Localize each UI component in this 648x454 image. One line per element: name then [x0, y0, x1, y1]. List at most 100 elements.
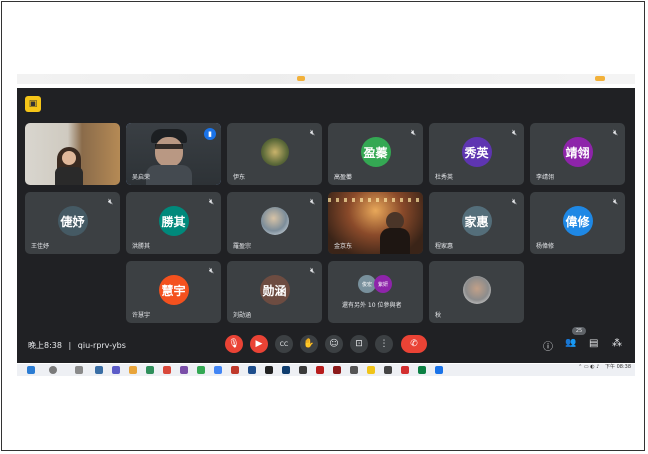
participant-name: 秋: [435, 312, 442, 319]
mic-off-icon: 🔇︎: [410, 128, 416, 137]
emoji-button[interactable]: ☺: [325, 335, 343, 353]
avatar: 秀英: [461, 137, 492, 167]
app-icon[interactable]: [367, 366, 375, 374]
app-icon[interactable]: [75, 366, 83, 374]
participant-tile[interactable]: 🔇︎ 羅盈宗: [227, 192, 322, 254]
participant-name: 许慧宇: [132, 312, 151, 319]
mic-toggle-button[interactable]: 🎙︎: [225, 335, 243, 353]
system-tray: ⌃ ▭ ◐ ♪ 下午 08:38: [578, 365, 631, 370]
participant-tile[interactable]: 偉修 🔇︎ 杨偉修: [530, 192, 625, 254]
raise-hand-button[interactable]: ✋: [300, 335, 318, 353]
app-icon[interactable]: [129, 366, 137, 374]
participant-tile[interactable]: 秋: [429, 261, 524, 323]
avatar: [462, 276, 491, 304]
participant-tile[interactable]: 家惠 🔇︎ 程家惠: [429, 192, 524, 254]
camera-toggle-button[interactable]: ▶: [250, 335, 268, 353]
control-bar: 晚上8:38 | qiu-rprv-ybs 🎙︎ ▶ CC ✋ ☺ ⊡ ⋮ ✆ …: [17, 327, 635, 358]
people-count-badge: 25: [572, 327, 586, 335]
participant-name: 王佳妤: [31, 243, 50, 250]
others-tile[interactable]: 俊宏 紫妍 還有另外 10 位參與者: [328, 261, 423, 323]
app-icon[interactable]: [231, 366, 239, 374]
raise-hand-icon: ✋: [303, 339, 315, 349]
participant-tile[interactable]: 🔇︎ 伊东: [227, 123, 322, 185]
present-button[interactable]: ⊡: [350, 335, 368, 353]
avatar: 勋涵: [259, 275, 290, 305]
app-icon[interactable]: [214, 366, 222, 374]
avatar: [260, 138, 289, 166]
participant-tile-self[interactable]: [25, 123, 120, 185]
app-icon[interactable]: [248, 366, 256, 374]
participant-name: 李靖翎: [536, 174, 555, 181]
avatar: 家惠: [461, 206, 492, 236]
activities-button[interactable]: ⁂: [612, 338, 622, 349]
app-icon[interactable]: [435, 366, 443, 374]
separator: |: [68, 341, 72, 350]
start-icon[interactable]: [27, 366, 35, 374]
participant-tile[interactable]: 靖翎 🔇︎ 李靖翎: [530, 123, 625, 185]
avatar: 慧宇: [158, 275, 189, 305]
participant-name: 洪勝其: [132, 243, 151, 250]
participant-tile[interactable]: 倢妤 🔇︎ 王佳妤: [25, 192, 120, 254]
app-icon[interactable]: [95, 366, 103, 374]
more-options-button[interactable]: ⋮: [375, 335, 393, 353]
search-icon[interactable]: [49, 366, 57, 374]
app-icon[interactable]: [180, 366, 188, 374]
meeting-details-button[interactable]: ⓘ: [543, 338, 553, 353]
app-icon[interactable]: [401, 366, 409, 374]
participant-tile[interactable]: 勋涵 🔇︎ 刘勋涵: [227, 261, 322, 323]
app-icon[interactable]: [333, 366, 341, 374]
mic-off-icon: 🔇︎: [107, 197, 113, 206]
participant-name: 羅盈宗: [233, 243, 252, 250]
participant-name: 杨偉修: [536, 243, 555, 250]
others-count-label: 還有另外 10 位參與者: [342, 302, 402, 309]
app-icon[interactable]: [265, 366, 273, 374]
participant-tile[interactable]: 秀英 🔇︎ 杜秀英: [429, 123, 524, 185]
camera-off-icon: ▶: [255, 339, 263, 349]
meeting-time: 晚上8:38: [28, 341, 62, 350]
app-icon[interactable]: [418, 366, 426, 374]
participant-tile[interactable]: 盈蓁 🔇︎ 高盈蓁: [328, 123, 423, 185]
taskbar: ⌃ ▭ ◐ ♪ 下午 08:38: [17, 364, 635, 376]
participant-name: 杜秀英: [435, 174, 454, 181]
captions-button[interactable]: CC: [275, 335, 293, 353]
mic-off-icon: 🔇︎: [511, 197, 517, 206]
tray-icons[interactable]: ⌃ ▭ ◐ ♪: [578, 364, 599, 370]
phone-hangup-icon: ✆: [410, 339, 418, 349]
app-icon[interactable]: [112, 366, 120, 374]
more-icon: ⋮: [379, 339, 389, 349]
participant-name: 吴启荣: [132, 174, 151, 181]
mic-off-icon: 🔇︎: [208, 197, 214, 206]
participant-tile[interactable]: 慧宇 🔇︎ 许慧宇: [126, 261, 221, 323]
app-icon[interactable]: [146, 366, 154, 374]
participant-name: 金京东: [334, 243, 353, 250]
app-icon[interactable]: [299, 366, 307, 374]
mic-off-icon: 🔇︎: [309, 128, 315, 137]
meeting-code: qiu-rprv-ybs: [77, 341, 126, 350]
app-icon[interactable]: [197, 366, 205, 374]
emoji-icon: ☺: [329, 339, 339, 349]
avatar: 盈蓁: [360, 137, 391, 167]
participant-name: 伊东: [233, 174, 246, 181]
participant-tile[interactable]: 勝其 🔇︎ 洪勝其: [126, 192, 221, 254]
app-icon[interactable]: [316, 366, 324, 374]
mic-off-icon: 🔇︎: [208, 266, 214, 275]
participant-name: 刘勋涵: [233, 312, 252, 319]
participant-tile-speaking[interactable]: ▮ 吴启荣: [126, 123, 221, 185]
people-button[interactable]: 👥: [565, 338, 576, 348]
meet-logo-icon: ▣: [25, 96, 41, 112]
app-icon[interactable]: [163, 366, 171, 374]
participant-tile[interactable]: 金京东: [328, 192, 423, 254]
app-icon[interactable]: [282, 366, 290, 374]
meet-window: ▣ ▮ 吴启荣 🔇︎ 伊东 盈蓁 🔇︎ 高盈蓁 秀英 🔇︎ 杜秀英 靖翎 🔇︎ …: [17, 88, 635, 363]
app-icon[interactable]: [384, 366, 392, 374]
speaking-indicator-icon: ▮: [204, 128, 216, 140]
hang-up-button[interactable]: ✆: [401, 335, 427, 353]
browser-top-strip: [17, 74, 635, 84]
chat-button[interactable]: ▤: [589, 338, 598, 349]
mic-off-icon: 🔇︎: [309, 266, 315, 275]
mic-off-icon: 🔇︎: [612, 197, 618, 206]
participant-name: 程家惠: [435, 243, 454, 250]
captions-icon: CC: [279, 340, 289, 348]
app-icon[interactable]: [350, 366, 358, 374]
avatar: 紫妍: [374, 275, 392, 293]
